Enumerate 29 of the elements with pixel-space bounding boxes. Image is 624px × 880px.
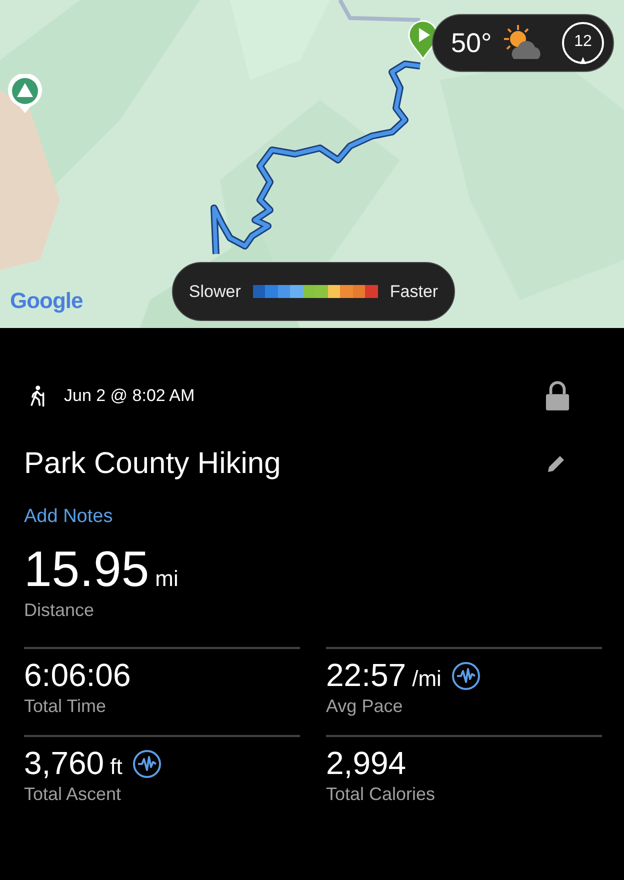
temperature: 50° <box>451 28 492 58</box>
activity-date: Jun 2 @ 8:02 AM <box>64 386 195 406</box>
compass-icon <box>561 21 605 65</box>
stat-label: Distance <box>24 600 96 621</box>
hiker-icon <box>28 385 46 407</box>
stat-value: 3,760 <box>24 745 104 782</box>
weather-widget[interactable]: 50° 12 <box>432 14 614 72</box>
distance-unit: mi <box>155 566 178 592</box>
stat-label: Total Ascent <box>24 784 122 805</box>
legend-label: Slower <box>188 282 241 302</box>
stat-label: Total Time <box>24 696 108 717</box>
stat-value: 2,994 <box>326 745 406 782</box>
legend-label: Faster <box>390 282 438 302</box>
stat-unit: ft <box>110 754 122 780</box>
distance-value: 15.95 <box>24 540 150 598</box>
map-attribution: Google <box>10 288 83 314</box>
edit-icon[interactable] <box>546 454 566 474</box>
stat-value: 22:57 <box>326 657 406 694</box>
lock-icon[interactable] <box>545 380 570 412</box>
trailhead-marker-icon <box>7 74 43 114</box>
stat-label: Total Calories <box>326 784 436 805</box>
stat-unit: /mi <box>412 666 442 692</box>
chart-icon[interactable] <box>451 660 482 690</box>
activity-title: Park County Hiking <box>24 447 281 481</box>
add-notes-link[interactable]: Add Notes <box>24 506 113 528</box>
chart-icon[interactable] <box>132 748 162 778</box>
stat-value: 6:06:06 <box>24 657 131 694</box>
compass-heading: 12 <box>573 33 593 51</box>
stat-label: Avg Pace <box>326 696 404 717</box>
